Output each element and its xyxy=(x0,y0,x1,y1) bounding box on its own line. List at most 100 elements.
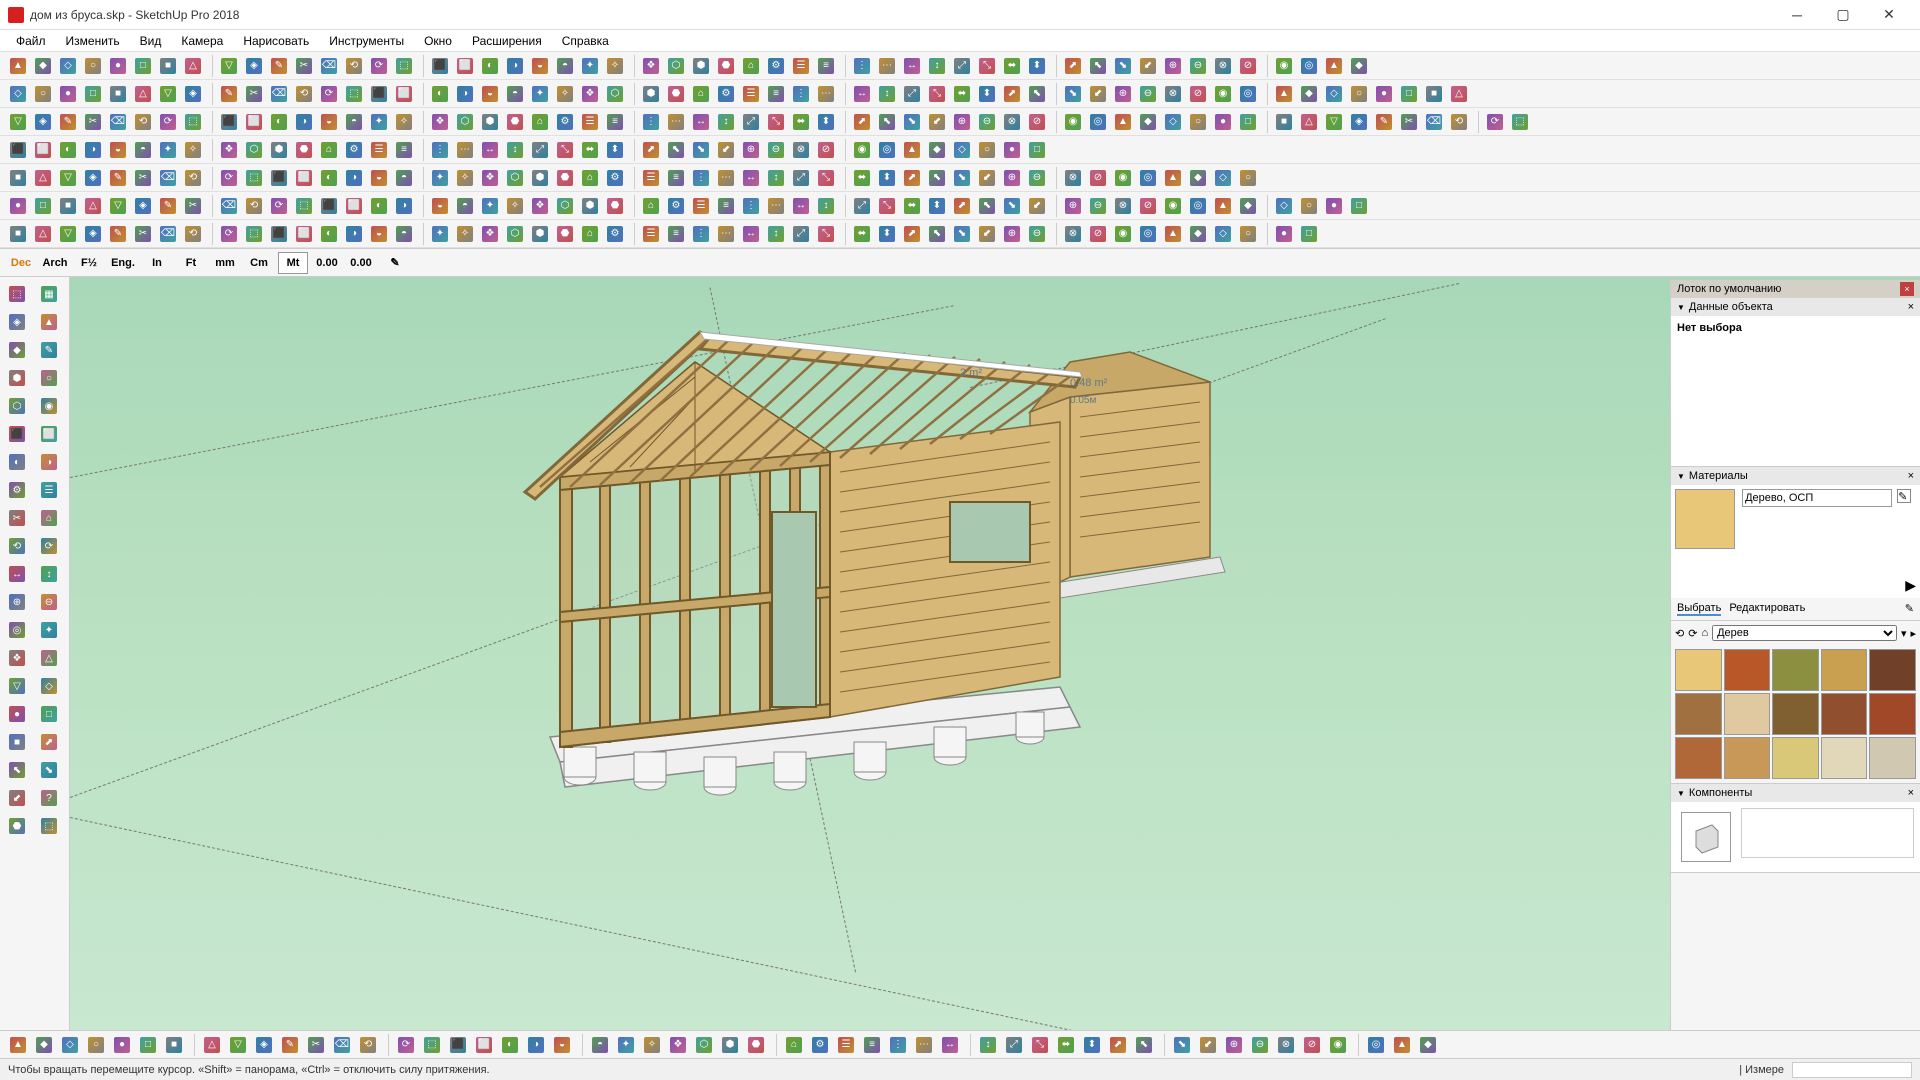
tool-icon[interactable]: ⤡ xyxy=(814,166,838,190)
tool-icon[interactable]: ⌫ xyxy=(330,1033,354,1057)
tool-icon[interactable]: ⋮ xyxy=(850,54,874,78)
material-preview[interactable] xyxy=(1675,489,1735,549)
side-tool[interactable]: ◈ xyxy=(2,309,32,335)
tool-icon[interactable]: ◓ xyxy=(342,110,366,134)
home-icon[interactable]: ⌂ xyxy=(1701,627,1708,639)
tool-icon[interactable]: ⟳ xyxy=(267,194,291,218)
side-tool[interactable]: ⊕ xyxy=(2,589,32,615)
tool-icon[interactable]: ⋯ xyxy=(664,110,688,134)
tool-icon[interactable]: ⬢ xyxy=(689,54,713,78)
tool-icon[interactable]: ⬚ xyxy=(242,222,266,246)
tool-icon[interactable]: ≡ xyxy=(860,1033,884,1057)
tool-icon[interactable]: ⬊ xyxy=(1111,54,1135,78)
tool-icon[interactable]: ⊕ xyxy=(1222,1033,1246,1057)
tool-icon[interactable]: ☰ xyxy=(834,1033,858,1057)
tool-icon[interactable]: ⬜ xyxy=(392,82,416,106)
tool-icon[interactable]: ⬡ xyxy=(242,138,266,162)
tool-icon[interactable]: ◉ xyxy=(1061,110,1085,134)
tool-icon[interactable]: ◑ xyxy=(292,110,316,134)
tool-icon[interactable]: ⊘ xyxy=(1086,222,1110,246)
tool-icon[interactable]: ◓ xyxy=(131,138,155,162)
material-library-select[interactable]: Дерев xyxy=(1712,625,1897,641)
unit-Dec[interactable]: Dec xyxy=(6,252,36,274)
tool-icon[interactable]: ⋮ xyxy=(428,138,452,162)
tool-icon[interactable]: ▲ xyxy=(1111,110,1135,134)
tool-icon[interactable]: ⟳ xyxy=(394,1033,418,1057)
tool-icon[interactable]: ⬊ xyxy=(900,110,924,134)
tool-icon[interactable]: ◇ xyxy=(950,138,974,162)
tool-icon[interactable]: ☰ xyxy=(789,54,813,78)
tool-icon[interactable]: ◆ xyxy=(1186,166,1210,190)
tool-icon[interactable]: ☰ xyxy=(739,82,763,106)
tool-icon[interactable]: ❖ xyxy=(666,1033,690,1057)
side-tool[interactable]: ◉ xyxy=(34,393,64,419)
unit-Ft[interactable]: Ft xyxy=(176,252,206,274)
tool-icon[interactable]: ⬈ xyxy=(900,166,924,190)
tool-icon[interactable]: ≡ xyxy=(664,166,688,190)
tool-icon[interactable]: △ xyxy=(31,166,55,190)
tool-icon[interactable]: ◐ xyxy=(428,82,452,106)
tool-icon[interactable]: ⬋ xyxy=(975,166,999,190)
tool-icon[interactable]: ◐ xyxy=(498,1033,522,1057)
tool-icon[interactable]: ⬛ xyxy=(267,166,291,190)
tool-icon[interactable]: ⚙ xyxy=(714,82,738,106)
tool-icon[interactable]: ✦ xyxy=(428,166,452,190)
tool-icon[interactable]: ◇ xyxy=(1211,166,1235,190)
unit-0.00[interactable]: 0.00 xyxy=(312,252,342,274)
tool-icon[interactable]: ● xyxy=(6,194,30,218)
tool-icon[interactable]: ⊖ xyxy=(1186,54,1210,78)
tool-icon[interactable]: ⬡ xyxy=(664,54,688,78)
tool-icon[interactable]: ▽ xyxy=(6,110,30,134)
unit-Eng.[interactable]: Eng. xyxy=(108,252,138,274)
tool-icon[interactable]: ⟲ xyxy=(181,222,205,246)
tool-icon[interactable]: ◑ xyxy=(392,194,416,218)
tool-icon[interactable]: ⤢ xyxy=(900,82,924,106)
tool-icon[interactable]: ✂ xyxy=(131,166,155,190)
tool-icon[interactable]: ⬌ xyxy=(578,138,602,162)
tool-icon[interactable]: ⬊ xyxy=(689,138,713,162)
tool-icon[interactable]: ◒ xyxy=(478,82,502,106)
tool-icon[interactable]: ↕ xyxy=(814,194,838,218)
tool-icon[interactable]: ◓ xyxy=(392,166,416,190)
tool-icon[interactable]: ☰ xyxy=(639,166,663,190)
tool-icon[interactable]: ⤡ xyxy=(814,222,838,246)
tool-icon[interactable]: ⬌ xyxy=(850,166,874,190)
side-tool[interactable]: ⬣ xyxy=(2,813,32,839)
tool-icon[interactable]: ⟲ xyxy=(356,1033,380,1057)
tool-icon[interactable]: ⌂ xyxy=(782,1033,806,1057)
tool-icon[interactable]: ⬢ xyxy=(478,110,502,134)
tool-icon[interactable]: ☰ xyxy=(639,222,663,246)
unit-In[interactable]: In xyxy=(142,252,172,274)
tool-icon[interactable]: ◎ xyxy=(875,138,899,162)
tool-icon[interactable]: ⋯ xyxy=(714,166,738,190)
material-swatch[interactable] xyxy=(1724,649,1771,691)
tool-icon[interactable]: ⬜ xyxy=(242,110,266,134)
tool-icon[interactable]: ⊘ xyxy=(1300,1033,1324,1057)
tool-icon[interactable]: ◐ xyxy=(478,54,502,78)
unit-0.00[interactable]: 0.00 xyxy=(346,252,376,274)
tool-icon[interactable]: ⬋ xyxy=(975,222,999,246)
side-tool[interactable]: ⌂ xyxy=(34,505,64,531)
tool-icon[interactable]: ⤡ xyxy=(764,110,788,134)
tool-icon[interactable]: ⬢ xyxy=(267,138,291,162)
tool-icon[interactable]: ✎ xyxy=(156,194,180,218)
tool-icon[interactable]: ● xyxy=(1322,194,1346,218)
tool-icon[interactable]: ⬊ xyxy=(1000,194,1024,218)
tool-icon[interactable]: ▲ xyxy=(1161,166,1185,190)
tool-icon[interactable]: ◇ xyxy=(1272,194,1296,218)
tool-icon[interactable]: ✦ xyxy=(614,1033,638,1057)
tool-icon[interactable]: ● xyxy=(1272,222,1296,246)
tool-icon[interactable]: ▲ xyxy=(1161,222,1185,246)
material-swatch[interactable] xyxy=(1675,737,1722,779)
tool-icon[interactable]: ⌂ xyxy=(578,166,602,190)
tool-icon[interactable]: ⬈ xyxy=(1000,82,1024,106)
tool-icon[interactable]: ◈ xyxy=(242,54,266,78)
tool-icon[interactable]: ✂ xyxy=(304,1033,328,1057)
side-tool[interactable]: △ xyxy=(34,645,64,671)
section-close[interactable]: × xyxy=(1908,787,1914,799)
tool-icon[interactable]: ≡ xyxy=(392,138,416,162)
nav-fwd-icon[interactable]: ⟳ xyxy=(1688,627,1697,640)
tool-icon[interactable]: ⬣ xyxy=(744,1033,768,1057)
tool-icon[interactable]: ⬊ xyxy=(950,166,974,190)
tool-icon[interactable]: ◓ xyxy=(392,222,416,246)
